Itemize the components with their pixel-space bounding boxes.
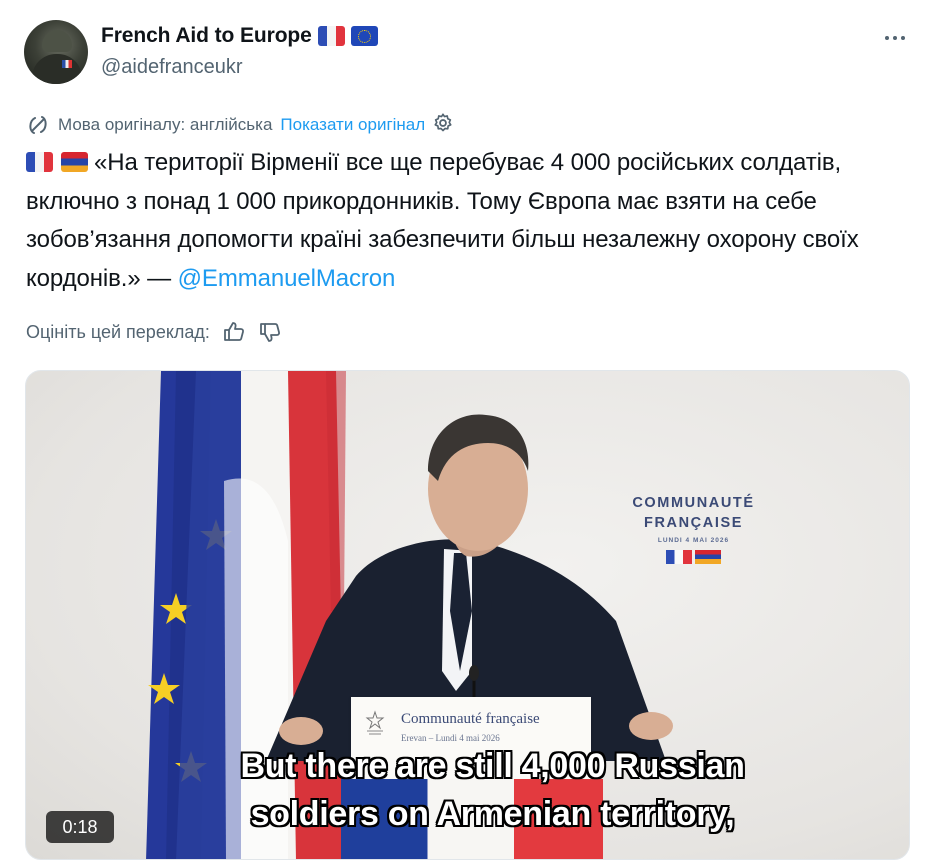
more-options-icon[interactable] xyxy=(880,26,910,50)
slogan-line2: FRANÇAISE xyxy=(644,515,743,531)
tweet-flags xyxy=(26,152,88,172)
podium-subtitle: Erevan – Lundi 4 mai 2026 xyxy=(401,733,500,743)
thumbs-down-icon[interactable] xyxy=(258,320,282,344)
tweet-text: «На території Вірменії все ще перебуває … xyxy=(26,144,886,298)
avatar[interactable] xyxy=(24,20,88,84)
rate-translation: Оцініть цей переклад: xyxy=(26,318,282,346)
caption-line-1: But there are still 4,000 Russian xyxy=(240,747,745,785)
slogan-line1: COMMUNAUTÉ xyxy=(632,495,755,511)
author-name[interactable]: French Aid to Europe xyxy=(101,24,312,48)
rate-label: Оцініть цей переклад: xyxy=(26,321,210,342)
republic-emblem-icon xyxy=(365,710,385,735)
tweet-body: «На території Вірменії все ще перебуває … xyxy=(26,149,859,292)
thumbs-up-icon[interactable] xyxy=(222,320,246,344)
author-handle[interactable]: @aidefranceukr xyxy=(101,56,242,79)
show-original-link[interactable]: Показати оригінал xyxy=(280,115,425,135)
backdrop-slogan: COMMUNAUTÉ FRANÇAISE LUNDI 4 MAI 2026 xyxy=(606,493,781,564)
france-flag-icon xyxy=(26,152,53,172)
mention-link[interactable]: @EmmanuelMacron xyxy=(178,265,396,292)
video-timestamp: 0:18 xyxy=(46,811,114,843)
translation-notice: Мова оригіналу: англійська Показати ориг… xyxy=(26,112,462,138)
caption-line-2: soldiers on Armenian territory, xyxy=(250,795,735,833)
armenia-flag-icon xyxy=(695,550,721,564)
video-player[interactable]: COMMUNAUTÉ FRANÇAISE LUNDI 4 MAI 2026 Co… xyxy=(25,370,910,860)
armenia-flag-icon xyxy=(61,152,88,172)
podium-title: Communauté française xyxy=(401,711,540,727)
gear-icon[interactable] xyxy=(432,112,462,139)
original-language-label: Мова оригіналу: англійська xyxy=(58,115,273,134)
avatar-patch xyxy=(62,60,72,68)
slogan-date: LUNDI 4 MAI 2026 xyxy=(657,537,730,544)
slogan-flags xyxy=(606,550,781,564)
avatar-body xyxy=(32,54,82,84)
author-name-row[interactable]: French Aid to Europe xyxy=(101,24,378,48)
avatar-helmet xyxy=(42,30,72,52)
eu-flag-icon xyxy=(350,26,378,46)
translate-icon xyxy=(29,116,47,134)
france-flag-icon xyxy=(666,550,692,564)
france-flag-icon xyxy=(317,26,345,46)
